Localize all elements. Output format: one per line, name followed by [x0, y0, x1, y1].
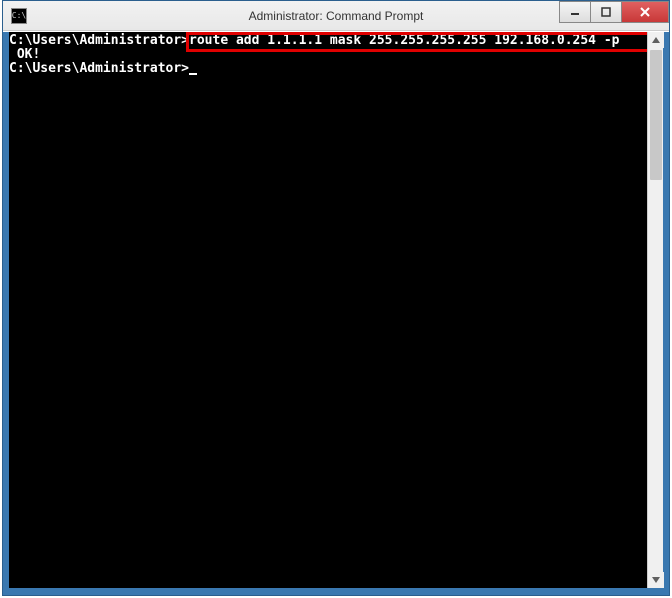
maximize-button[interactable] — [590, 1, 622, 23]
close-button[interactable] — [621, 1, 669, 23]
window-border — [663, 32, 669, 595]
command-prompt-window: C:\ Administrator: Command Prompt C:\Use… — [2, 0, 670, 596]
app-icon: C:\ — [11, 8, 27, 24]
output-line: OK! — [9, 48, 647, 62]
close-icon — [639, 7, 651, 17]
vertical-scrollbar[interactable] — [647, 32, 663, 588]
cursor — [189, 73, 197, 75]
chevron-down-icon — [652, 577, 660, 583]
command-text: route add 1.1.1.1 mask 255.255.255.255 1… — [189, 33, 619, 48]
chevron-up-icon — [652, 37, 660, 43]
prompt-text: C:\Users\Administrator> — [9, 61, 189, 76]
scroll-up-button[interactable] — [648, 32, 664, 48]
minimize-button[interactable] — [559, 1, 591, 23]
window-title: Administrator: Command Prompt — [249, 9, 424, 23]
maximize-icon — [601, 7, 611, 17]
scroll-down-button[interactable] — [648, 572, 664, 588]
window-border — [3, 588, 669, 595]
window-controls — [560, 1, 669, 23]
scroll-thumb[interactable] — [650, 50, 662, 180]
minimize-icon — [570, 7, 580, 17]
titlebar[interactable]: C:\ Administrator: Command Prompt — [3, 1, 669, 31]
prompt-text: C:\Users\Administrator> — [9, 33, 189, 48]
console-output[interactable]: C:\Users\Administrator>route add 1.1.1.1… — [9, 32, 647, 588]
